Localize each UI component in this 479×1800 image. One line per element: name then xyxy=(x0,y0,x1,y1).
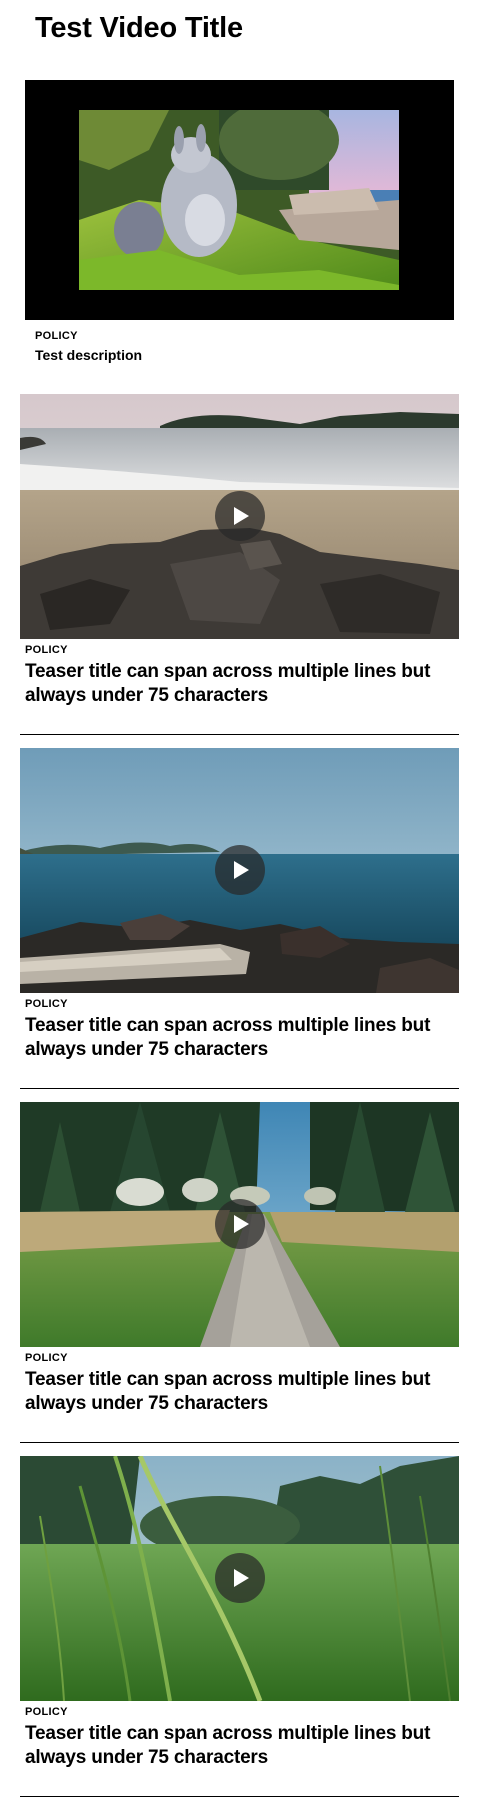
teaser-thumbnail[interactable] xyxy=(20,1456,459,1701)
card-divider xyxy=(20,734,459,735)
teaser-thumbnail[interactable] xyxy=(20,748,459,993)
teaser-card[interactable]: POLICY Teaser title can span across mult… xyxy=(20,1102,459,1443)
teaser-title[interactable]: Teaser title can span across multiple li… xyxy=(25,1368,459,1416)
main-video-category: POLICY xyxy=(35,330,78,342)
video-frame[interactable] xyxy=(79,110,399,290)
video-player[interactable] xyxy=(25,80,454,320)
page-title: Test Video Title xyxy=(35,12,243,44)
card-divider xyxy=(20,1442,459,1443)
teaser-thumbnail[interactable] xyxy=(20,1102,459,1347)
teaser-card[interactable]: POLICY Teaser title can span across mult… xyxy=(20,1456,459,1797)
teaser-thumbnail[interactable] xyxy=(20,394,459,639)
teaser-title[interactable]: Teaser title can span across multiple li… xyxy=(25,1014,459,1062)
teaser-card[interactable]: POLICY Teaser title can span across mult… xyxy=(20,748,459,1089)
teaser-title[interactable]: Teaser title can span across multiple li… xyxy=(25,660,459,708)
play-icon[interactable] xyxy=(215,1553,265,1603)
card-divider xyxy=(20,1088,459,1089)
teaser-category: POLICY xyxy=(25,998,68,1010)
play-icon[interactable] xyxy=(215,1199,265,1249)
teaser-card[interactable]: POLICY Teaser title can span across mult… xyxy=(20,394,459,735)
main-video-description: Test description xyxy=(35,347,143,363)
play-icon[interactable] xyxy=(215,491,265,541)
teaser-category: POLICY xyxy=(25,644,68,656)
teaser-category: POLICY xyxy=(25,1352,68,1364)
video-frame-image xyxy=(79,110,399,290)
play-icon[interactable] xyxy=(215,845,265,895)
teaser-title[interactable]: Teaser title can span across multiple li… xyxy=(25,1722,459,1770)
teaser-category: POLICY xyxy=(25,1706,68,1718)
card-divider xyxy=(20,1796,459,1797)
